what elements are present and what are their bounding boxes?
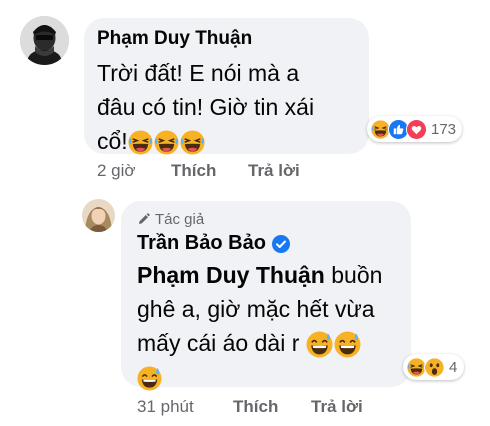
comment-line: đâu có tin! Giờ tin xái <box>97 94 315 120</box>
comment-line: Phạm Duy Thuận buồn <box>137 258 409 292</box>
comment-line: Trời đất! E nói mà a <box>97 60 300 86</box>
reaction-count: 173 <box>431 120 457 138</box>
grinning-sweat-emoji <box>334 331 361 358</box>
avatar-photo-icon <box>82 199 115 232</box>
author-badge-label: Tác giả <box>155 211 205 228</box>
comment-text: Trời đất! E nói mà a đâu có tin! Giờ tin… <box>97 56 367 158</box>
grinning-sweat-emoji <box>137 366 162 391</box>
laughing-emoji <box>180 130 205 155</box>
avatar-photo-icon <box>20 16 69 65</box>
timestamp[interactable]: 2 giờ <box>97 161 136 181</box>
author-name: Trần Bảo Bảo <box>137 232 266 254</box>
reactions-summary[interactable]: 4 <box>403 354 465 380</box>
pencil-icon <box>139 213 150 224</box>
laughing-emoji <box>128 130 153 155</box>
verified-check-icon <box>271 234 290 253</box>
avatar[interactable] <box>20 16 69 65</box>
laughing-emoji <box>154 130 179 155</box>
reply-button[interactable]: Trả lời <box>248 161 300 181</box>
mention-link[interactable]: Phạm Duy Thuận <box>137 262 325 288</box>
grinning-sweat-emoji <box>306 331 333 358</box>
comment-line-text: cổ! <box>97 128 128 154</box>
love-icon <box>406 118 427 140</box>
comment-line: ghê a, giờ mặc hết vừa <box>137 296 375 322</box>
reply-button[interactable]: Trả lời <box>311 397 363 417</box>
comment-line: mấy cái áo dài r <box>137 326 409 360</box>
timestamp[interactable]: 31 phút <box>137 397 194 417</box>
comment-text: Phạm Duy Thuận buồn ghê a, giờ mặc hết v… <box>137 258 409 394</box>
comment-line: cổ! <box>97 124 367 158</box>
comment-line-text: mấy cái áo dài r <box>137 330 300 356</box>
author-badge: Tác giả <box>137 211 204 228</box>
comment-author[interactable]: Phạm Duy Thuận <box>97 28 252 50</box>
avatar[interactable] <box>82 199 115 232</box>
reaction-count: 4 <box>449 358 458 376</box>
reactions-summary[interactable]: 173 <box>367 116 463 142</box>
comment-author[interactable]: Trần Bảo Bảo <box>137 232 290 255</box>
comment-line <box>137 360 409 394</box>
comment-line-text: buồn <box>324 262 383 288</box>
like-button[interactable]: Thích <box>233 397 278 417</box>
like-button[interactable]: Thích <box>171 161 216 181</box>
wow-emoji <box>424 356 445 378</box>
